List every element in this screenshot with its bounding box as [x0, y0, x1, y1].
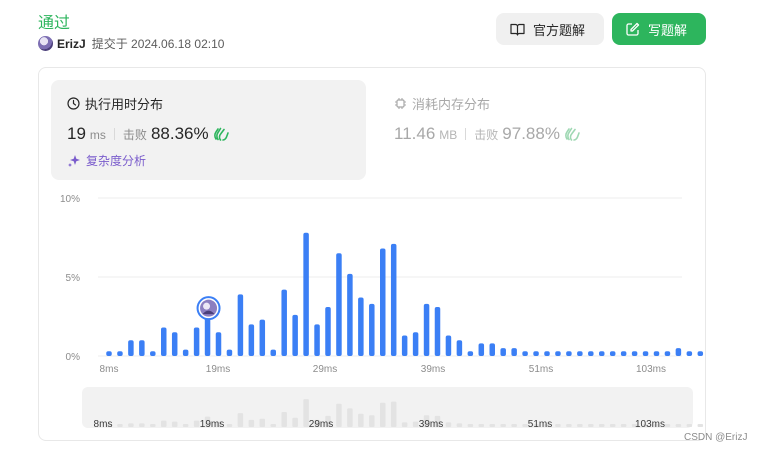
chip-icon [395, 98, 406, 109]
write-solution-label: 写题解 [648, 22, 688, 38]
submitted-time: 提交于 2024.06.18 02:10 [91, 37, 225, 51]
memory-beat-label: 击败 [474, 128, 499, 142]
runtime-beat-value: 88.36% [150, 124, 209, 143]
runtime-card-title: 执行用时分布 [67, 94, 163, 113]
divider [113, 128, 115, 140]
complexity-analysis-link[interactable]: 复杂度分析 [67, 152, 146, 169]
submission-status: 通过 [38, 15, 71, 32]
memory-beat-value: 97.88% [502, 124, 560, 143]
runtime-value: 19 [67, 124, 86, 143]
runtime-unit: ms [89, 128, 106, 142]
official-solution-label: 官方题解 [533, 22, 586, 38]
username[interactable]: ErizJ [57, 37, 86, 51]
edit-icon [626, 22, 640, 36]
watermark: CSDN @ErizJ [684, 432, 748, 443]
book-icon [510, 23, 525, 36]
clap-icon [213, 127, 229, 141]
memory-value: 11.46 [394, 124, 436, 143]
runtime-beat-label: 击败 [122, 128, 147, 142]
memory-card-title[interactable]: 消耗内存分布 [394, 94, 490, 113]
official-solution-button[interactable]: 官方题解 [496, 13, 604, 45]
submission-meta: ErizJ 提交于 2024.06.18 02:10 [38, 35, 224, 52]
divider [465, 128, 467, 140]
sparkle-icon [68, 154, 80, 167]
clock-icon [67, 97, 80, 110]
memory-unit: MB [439, 128, 458, 142]
avatar[interactable] [38, 36, 53, 51]
memory-stat: 11.46 MB 击败 97.88% [394, 124, 580, 144]
runtime-stat: 19 ms 击败 88.36% [67, 124, 229, 144]
clap-icon [565, 127, 580, 141]
write-solution-button[interactable]: 写题解 [612, 13, 706, 45]
complexity-analysis-label: 复杂度分析 [86, 154, 147, 168]
